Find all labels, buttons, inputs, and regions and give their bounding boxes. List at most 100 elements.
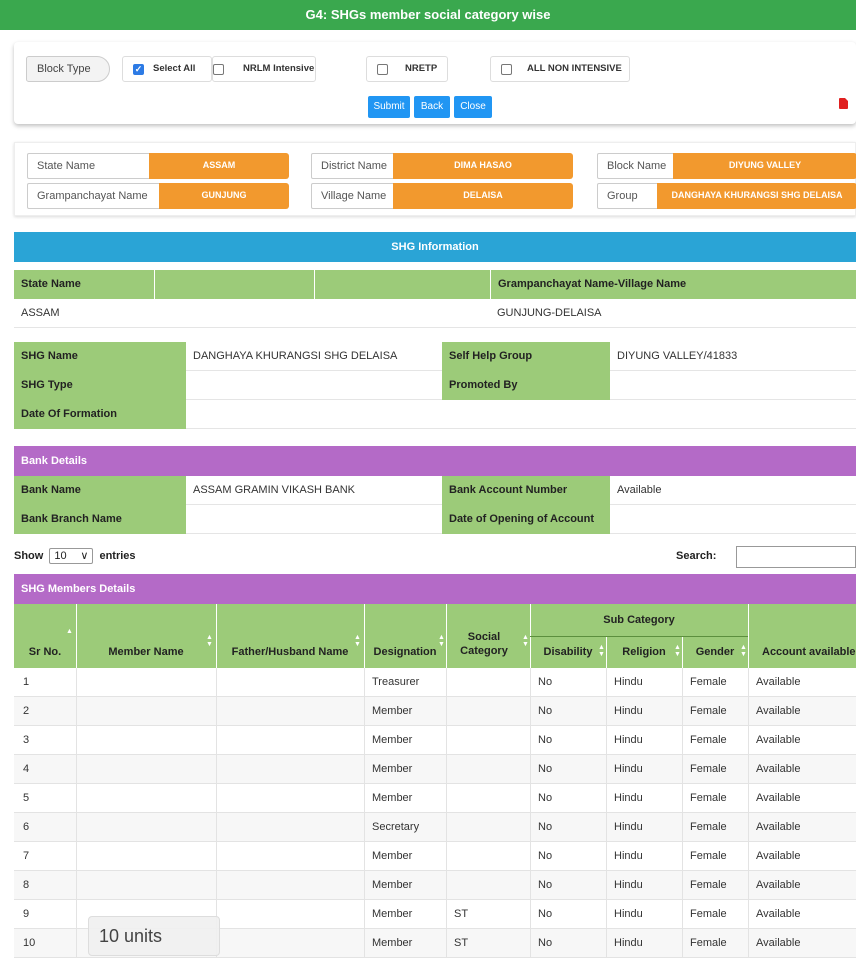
bank-name-label: Bank Name [14,476,186,505]
col-disability[interactable]: Disability [530,646,606,658]
cell-gender: Female [690,879,727,891]
cell-disability: No [538,705,553,717]
col-member-name[interactable]: Member Name [76,646,216,658]
account-number-label: Bank Account Number [442,476,610,505]
close-button[interactable]: Close [454,96,492,118]
cell-social [454,755,530,784]
cell-account: Available [756,879,801,891]
shg-information-header: SHG Information [14,232,856,262]
submit-button[interactable]: Submit [368,96,410,118]
entries-length-control: Show 10 entries [14,548,136,564]
village-name-value: DELAISA [393,183,573,209]
pdf-icon[interactable] [839,98,848,109]
bank-name-row: Bank Name ASSAM GRAMIN VIKASH BANK Bank … [14,476,856,505]
cell-social [454,813,530,842]
cell-member [84,813,216,842]
date-of-formation-label: Date Of Formation [14,400,186,429]
cell-account: Available [756,908,801,920]
option-all-non-intensive[interactable]: ALL NON INTENSIVE [490,56,630,82]
col-designation[interactable]: Designation [364,646,446,658]
cell-disability: No [538,763,553,775]
self-help-group-value: DIYUNG VALLEY/41833 [610,342,856,371]
back-button[interactable]: Back [414,96,450,118]
col-social-category[interactable]: Social Category [454,630,514,658]
cell-disability: No [538,937,553,949]
table-row: 1 Treasurer No Hindu Female Available [14,668,856,697]
cell-account: Available [756,937,801,949]
cell-religion: Hindu [614,821,643,833]
col-religion[interactable]: Religion [606,646,682,658]
sort-icon[interactable]: ▲ ▼ [740,644,747,658]
group-value: DANGHAYA KHURANGSI SHG DELAISA [657,183,856,209]
cell-designation: Member [372,734,413,746]
nrlm-intensive-checkbox[interactable] [213,64,224,75]
cell-disability: No [538,676,553,688]
block-type-label: Block Type [26,56,110,82]
shg-name-row: SHG Name DANGHAYA KHURANGSI SHG DELAISA … [14,342,856,371]
cell-disability: No [538,879,553,891]
option-nrlm-intensive[interactable]: NRLM Intensive [212,56,316,82]
cell-account: Available [756,821,801,833]
nretp-label: NRETP [405,63,438,74]
table-row: 5 Member No Hindu Female Available [14,784,856,813]
cell-religion: Hindu [614,937,643,949]
nrlm-intensive-label: NRLM Intensive [243,63,315,74]
cell-gender: Female [690,850,727,862]
toast-overlay: 10 units [88,916,220,956]
bank-branch-value [186,505,442,534]
sort-icon[interactable]: ▲ ▼ [206,634,213,648]
sort-icon[interactable]: ▲ ▼ [354,634,361,648]
nretp-checkbox[interactable] [377,64,388,75]
cell-sr: 2 [23,705,30,717]
gp-village-value: GUNJUNG-DELAISA [490,299,856,328]
cell-sr: 5 [23,792,30,804]
col-gender[interactable]: Gender [682,646,748,658]
select-all-checkbox[interactable]: ✓ [133,64,144,75]
cell-designation: Member [372,937,413,949]
select-all-label: Select All [153,63,196,74]
col-sr-no[interactable]: Sr No. [14,646,76,658]
shg-name-value: DANGHAYA KHURANGSI SHG DELAISA [186,342,442,371]
sort-icon[interactable]: ▲ ▼ [598,644,605,658]
cell-religion: Hindu [614,850,643,862]
block-type-filter-panel: Block Type ✓ Select All NRLM Intensive N… [14,42,856,124]
option-select-all[interactable]: ✓ Select All [122,56,212,82]
col-account-available[interactable]: Account available [748,646,856,658]
sort-asc-icon[interactable]: ▲ [66,628,73,635]
option-nretp[interactable]: NRETP [366,56,448,82]
cell-member [84,784,216,813]
cell-father [224,784,364,813]
cell-account: Available [756,734,801,746]
col-father-husband-name[interactable]: Father/Husband Name [216,646,364,658]
search-input[interactable] [736,546,856,568]
sort-icon[interactable]: ▲ ▼ [674,644,681,658]
date-of-formation-row: Date Of Formation [14,400,856,429]
cell-designation: Secretary [372,821,420,833]
cell-sr: 7 [23,850,30,862]
cell-gender: Female [690,908,727,920]
cell-gender: Female [690,705,727,717]
cell-sr: 10 [23,937,36,949]
table-row: 4 Member No Hindu Female Available [14,755,856,784]
cell-member [84,697,216,726]
shg-type-value [186,371,442,400]
state-gp-header-row: State Name Grampanchayat Name-Village Na… [14,270,856,299]
cell-member [84,668,216,697]
grampanchayat-name-value: GUNJUNG [159,183,289,209]
sort-icon[interactable]: ▲ ▼ [438,634,445,648]
entries-select[interactable]: 10 [49,548,94,564]
cell-religion: Hindu [614,734,643,746]
state-name-header: State Name [14,270,154,299]
sort-icon[interactable]: ▲ ▼ [522,634,529,648]
cell-social: ST [454,937,469,949]
cell-account: Available [756,850,801,862]
cell-father [224,871,364,900]
cell-designation: Member [372,908,413,920]
table-row: 6 Secretary No Hindu Female Available [14,813,856,842]
opening-date-value [610,505,856,534]
cell-designation: Member [372,792,413,804]
cell-social [454,726,530,755]
state-gp-value-row: ASSAM GUNJUNG-DELAISA [14,299,856,328]
all-non-intensive-checkbox[interactable] [501,64,512,75]
table-row: 3 Member No Hindu Female Available [14,726,856,755]
